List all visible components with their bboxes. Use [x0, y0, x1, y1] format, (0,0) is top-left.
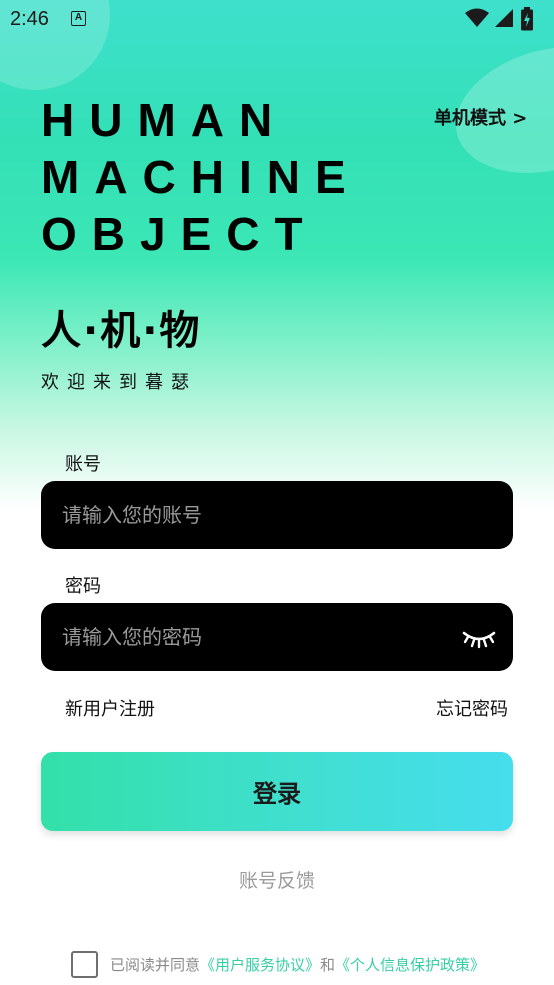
agreement-connector: 和: [320, 956, 336, 974]
agreement-text: 已阅读并同意《用户服务协议》和《个人信息保护政策》: [110, 954, 485, 975]
password-field: [41, 603, 513, 671]
user-agreement-link[interactable]: 《用户服务协议》: [200, 956, 320, 974]
agreement-checkbox[interactable]: [71, 951, 98, 978]
account-feedback-link[interactable]: 账号反馈: [0, 866, 554, 893]
signal-icon: [495, 9, 513, 27]
forgot-password-link[interactable]: 忘记密码: [436, 695, 508, 721]
standalone-mode-link[interactable]: 单机模式 >: [434, 104, 527, 130]
login-button[interactable]: 登录: [41, 752, 513, 831]
login-screen: 2:46 A HUMAN MACHINE OBJECT 单机模式 > 人·机·物…: [0, 0, 554, 985]
eye-closed-icon[interactable]: [461, 625, 497, 651]
hero-title-line: HUMAN: [41, 94, 288, 146]
register-link[interactable]: 新用户注册: [65, 695, 155, 721]
account-field: [41, 481, 513, 549]
hero-title-line: MACHINE: [41, 151, 361, 203]
brand-name: 人·机·物: [41, 308, 202, 354]
password-input[interactable]: [62, 603, 462, 671]
wifi-icon: [465, 8, 489, 27]
privacy-policy-link[interactable]: 《个人信息保护政策》: [335, 956, 485, 974]
password-label: 密码: [65, 576, 101, 597]
hero-title-line: OBJECT: [41, 208, 318, 260]
battery-charging-icon: [521, 7, 533, 31]
status-time: 2:46: [10, 8, 49, 30]
hero-title: HUMAN MACHINE OBJECT: [41, 92, 361, 263]
welcome-text: 欢迎来到暮瑟: [41, 372, 197, 393]
account-input[interactable]: [62, 481, 462, 549]
app-notification-icon: A: [71, 11, 86, 26]
account-label: 账号: [65, 454, 101, 475]
status-icons: [464, 7, 544, 31]
agreement-prefix: 已阅读并同意: [110, 956, 201, 974]
status-bar: 2:46 A: [0, 0, 554, 38]
